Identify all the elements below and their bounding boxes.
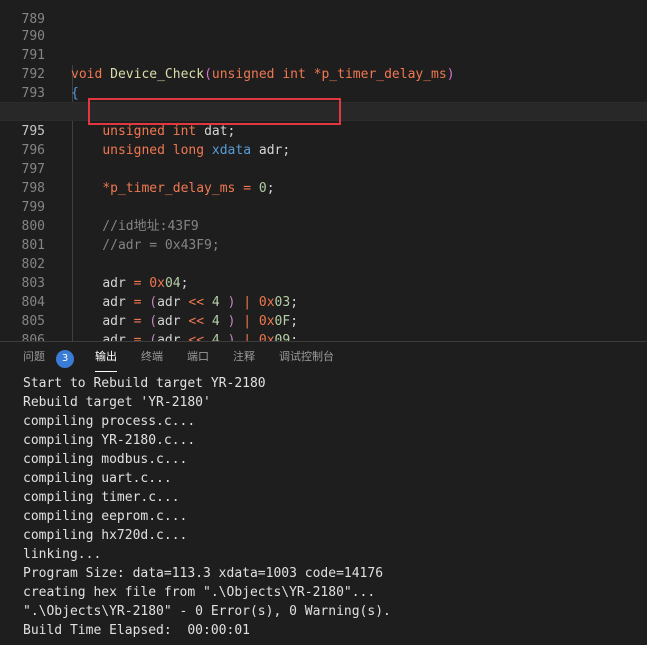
tab-label: 输出	[95, 350, 117, 363]
code-editor[interactable]: 789 790 791 void Device_Check(unsigned i…	[0, 0, 647, 341]
panel-tab-bar: 问题 3 输出 终端 端口 注释 调试控制台	[0, 342, 647, 372]
tab-label: 终端	[141, 350, 163, 363]
output-line: compiling eeprom.c...	[23, 509, 188, 524]
output-line: Build Time Elapsed: 00:00:01	[23, 623, 250, 638]
output-panel[interactable]: Start to Rebuild target YR-2180 Rebuild …	[0, 372, 647, 645]
code-line[interactable]: 807 state = 1;	[0, 331, 647, 341]
output-line: linking...	[23, 547, 102, 562]
output-line: Program Size: data=113.3 xdata=1003 code…	[23, 566, 384, 581]
code-line[interactable]: 804 adr = (adr << 4 ) | 0x0F;	[0, 274, 647, 329]
code-line[interactable]: 805 adr = (adr << 4 ) | 0x09;	[0, 293, 647, 341]
output-line: Rebuild target 'YR-2180'	[23, 395, 211, 410]
output-line: compiling uart.c...	[23, 471, 172, 486]
code-line[interactable]: 801	[0, 217, 647, 253]
tab-comments[interactable]: 注释	[233, 342, 255, 372]
tab-label: 端口	[187, 350, 209, 363]
output-line: compiling timer.c...	[23, 490, 180, 505]
code-line[interactable]: 806	[0, 312, 647, 341]
code-line[interactable]: 797 *p_timer_delay_ms = 0;	[0, 141, 647, 196]
tab-label: 注释	[233, 350, 255, 363]
output-line: Start to Rebuild target YR-2180	[23, 376, 266, 391]
code-line[interactable]: 799 //id地址:43F9	[0, 179, 647, 234]
problems-count-badge: 3	[56, 350, 74, 368]
output-line: creating hex file from ".\Objects\YR-218…	[23, 585, 376, 600]
code-line[interactable]: 803 adr = (adr << 4 ) | 0x03;	[0, 255, 647, 310]
code-line[interactable]: 790	[0, 8, 647, 44]
code-line[interactable]: 800 //adr = 0x43F9;	[0, 198, 647, 253]
tab-label: 调试控制台	[279, 350, 334, 363]
tab-label: 问题	[23, 350, 45, 363]
output-line: compiling hx720d.c...	[23, 528, 188, 543]
tab-terminal[interactable]: 终端	[141, 342, 163, 372]
output-line: compiling YR-2180.c...	[23, 433, 196, 448]
output-line: ".\Objects\YR-2180" - 0 Error(s), 0 Warn…	[23, 604, 391, 619]
output-line: compiling modbus.c...	[23, 452, 188, 467]
code-line[interactable]: 793 unsigned char i, state;	[0, 65, 647, 120]
code-line[interactable]: 791 void Device_Check(unsigned int *p_ti…	[0, 27, 647, 82]
code-line[interactable]: 802 adr = 0x04;	[0, 236, 647, 291]
code-line[interactable]: 798	[0, 160, 647, 196]
tab-debug-console[interactable]: 调试控制台	[279, 342, 334, 372]
tab-ports[interactable]: 端口	[187, 342, 209, 372]
tab-problems[interactable]: 问题 3	[23, 342, 74, 372]
annotation-highlight-box	[88, 98, 341, 125]
output-line: compiling process.c...	[23, 414, 196, 429]
tab-output[interactable]: 输出	[95, 342, 117, 372]
code-line[interactable]: 792 {	[0, 46, 647, 101]
